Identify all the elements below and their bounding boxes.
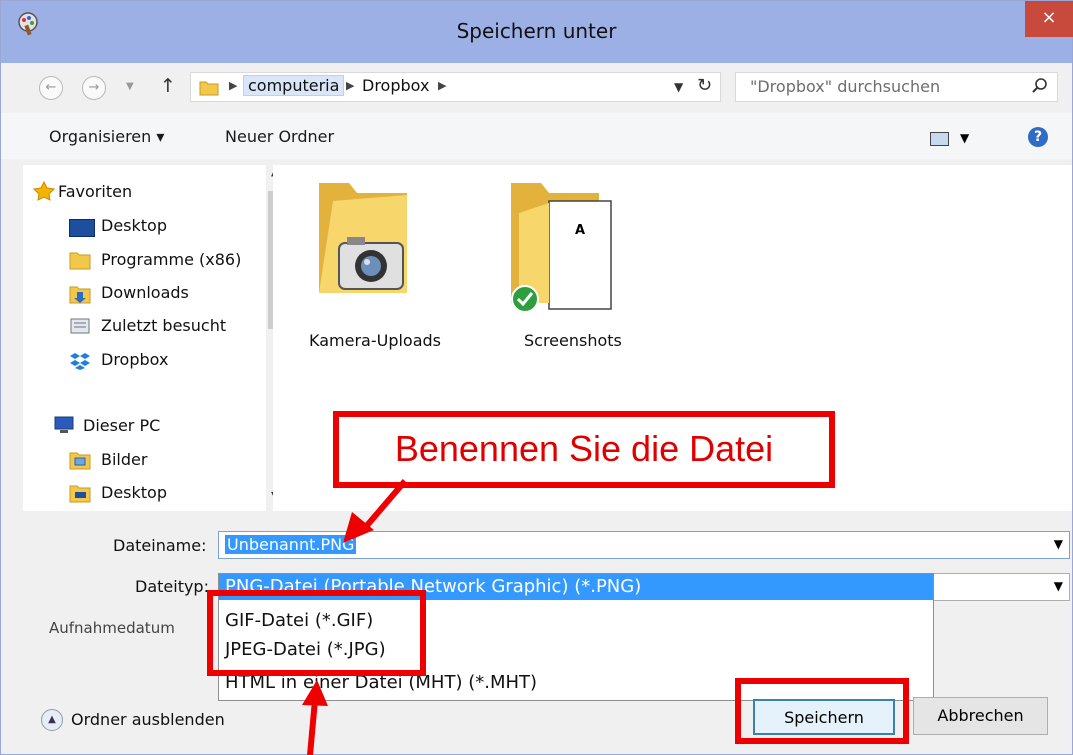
chevron-down-icon[interactable]: ▼ — [960, 131, 969, 145]
folder-icon — [199, 81, 219, 96]
up-arrow-icon[interactable]: ↑ — [160, 75, 176, 97]
hide-folders-button[interactable]: Ordner ausblenden — [71, 710, 225, 729]
sidebar-item-dropbox[interactable]: Dropbox — [101, 350, 168, 369]
sidebar-item-favorites[interactable]: Favoriten — [58, 182, 132, 201]
sidebar-item-desktop[interactable]: Desktop — [101, 216, 167, 235]
folder-label[interactable]: Kamera-Uploads — [309, 331, 441, 350]
sidebar-item-downloads[interactable]: Downloads — [101, 283, 189, 302]
cancel-button[interactable]: Abbrechen — [913, 697, 1048, 735]
star-icon — [33, 181, 55, 201]
title-bar: Speichern unter × — [1, 1, 1073, 63]
dropbox-icon — [70, 353, 90, 370]
help-icon[interactable]: ? — [1028, 127, 1048, 147]
search-placeholder: "Dropbox" durchsuchen — [750, 77, 941, 96]
breadcrumb-separator-icon[interactable]: ▶ — [438, 79, 446, 92]
save-options-panel: Dateiname: Unbenannt.PNG ▼ Dateityp: ▼ A… — [1, 511, 1072, 754]
new-folder-button[interactable]: Neuer Ordner — [225, 127, 334, 146]
search-input[interactable]: "Dropbox" durchsuchen — [735, 72, 1058, 102]
window-title: Speichern unter — [456, 19, 617, 43]
command-bar: Organisieren ▾ Neuer Ordner ▼ ? — [1, 113, 1072, 159]
desktop-folder-icon — [69, 485, 91, 503]
camera-folder-icon — [319, 183, 407, 293]
close-button[interactable]: × — [1025, 1, 1073, 37]
navigation-pane: Favoriten Desktop Programme (x86) Downlo… — [23, 165, 286, 511]
breadcrumb-separator-icon[interactable]: ▶ — [346, 79, 354, 92]
sidebar-item-pictures[interactable]: Bilder — [101, 450, 147, 469]
synced-folder-icon — [511, 183, 612, 313]
capture-date-label: Aufnahmedatum — [49, 619, 175, 637]
forward-button[interactable]: → — [82, 76, 106, 100]
filename-value[interactable]: Unbenannt.PNG — [225, 535, 357, 554]
chevron-down-icon[interactable]: ▼ — [674, 80, 683, 94]
save-as-dialog: Speichern unter × ← → ▼ ↑ ▶ computeria ▶… — [0, 0, 1073, 755]
breadcrumb-computeria[interactable]: computeria — [243, 75, 345, 96]
address-row: ← → ▼ ↑ ▶ computeria ▶ Dropbox ▶ ▼ ↻ "Dr… — [1, 63, 1072, 109]
desktop-icon — [69, 219, 95, 237]
breadcrumb-dropbox[interactable]: Dropbox — [362, 76, 429, 95]
pictures-folder-icon — [69, 452, 91, 470]
chevron-down-icon[interactable]: ▼ — [1054, 537, 1063, 551]
downloads-folder-icon — [69, 286, 91, 304]
annotation-box-filetypes — [207, 590, 426, 676]
breadcrumb-separator-icon[interactable]: ▶ — [229, 79, 237, 92]
organize-button[interactable]: Organisieren ▾ — [49, 127, 164, 146]
back-button[interactable]: ← — [39, 76, 63, 100]
view-options-icon[interactable] — [930, 132, 949, 146]
recent-locations-icon[interactable]: ▼ — [126, 81, 134, 92]
sidebar-item-desktop-pc[interactable]: Desktop — [101, 483, 167, 502]
sidebar-item-programme[interactable]: Programme (x86) — [101, 250, 241, 269]
sidebar-item-recent[interactable]: Zuletzt besucht — [101, 316, 226, 335]
chevron-up-icon[interactable]: ▲ — [41, 709, 63, 731]
folder-label[interactable]: Screenshots — [524, 331, 622, 350]
filetype-label: Dateityp: — [135, 577, 209, 596]
chevron-down-icon[interactable]: ▼ — [1054, 579, 1063, 593]
page-letter: A — [575, 223, 586, 238]
annotation-box-save — [735, 678, 909, 744]
address-bar[interactable]: ▶ computeria ▶ Dropbox ▶ ▼ ↻ — [190, 72, 721, 102]
annotation-callout: Benennen Sie die Datei — [333, 411, 835, 488]
folder-screenshots[interactable]: A — [505, 173, 615, 313]
filename-field[interactable]: Unbenannt.PNG ▼ — [218, 531, 1070, 559]
sidebar-item-this-pc[interactable]: Dieser PC — [83, 416, 160, 435]
folder-kamera-uploads[interactable] — [309, 173, 419, 303]
folder-icon — [69, 252, 91, 270]
refresh-icon[interactable]: ↻ — [697, 75, 712, 96]
filename-label: Dateiname: — [113, 536, 207, 555]
computer-icon — [54, 416, 74, 433]
search-icon[interactable] — [1031, 77, 1049, 95]
recent-places-icon — [70, 318, 90, 334]
